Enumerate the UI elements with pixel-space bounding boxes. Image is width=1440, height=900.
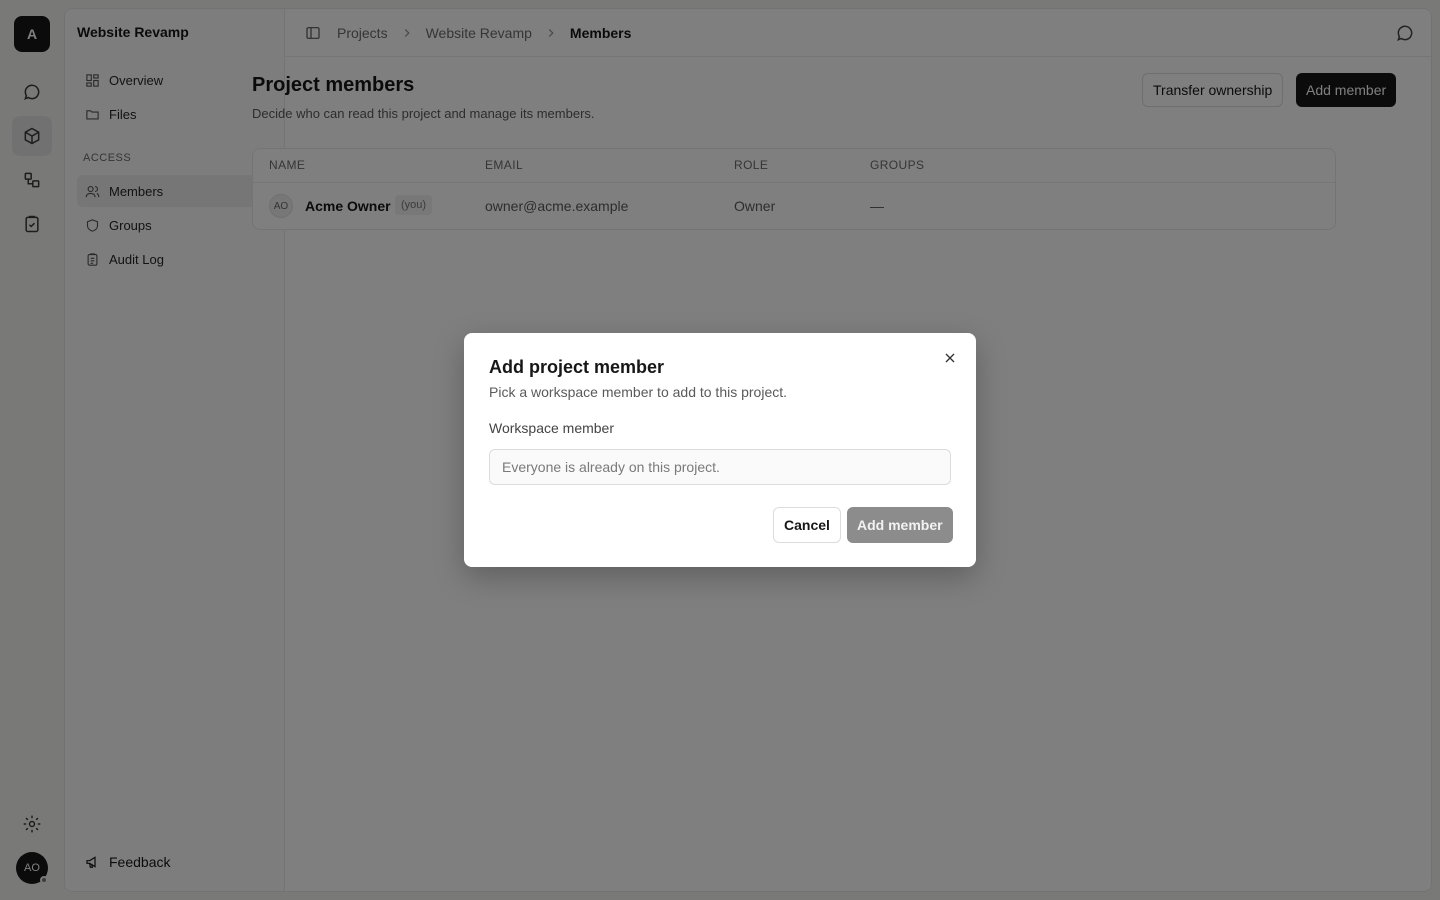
add-member-dialog: Add project member Pick a workspace memb… — [464, 333, 976, 567]
dialog-subtitle: Pick a workspace member to add to this p… — [489, 384, 788, 400]
dialog-title: Add project member — [489, 357, 665, 377]
workspace-member-label: Workspace member — [489, 420, 615, 436]
close-icon[interactable] — [942, 350, 958, 366]
cancel-button[interactable]: Cancel — [773, 507, 841, 543]
workspace-member-select[interactable]: Everyone is already on this project. — [489, 449, 951, 485]
submit-add-member-button[interactable]: Add member — [847, 507, 953, 543]
